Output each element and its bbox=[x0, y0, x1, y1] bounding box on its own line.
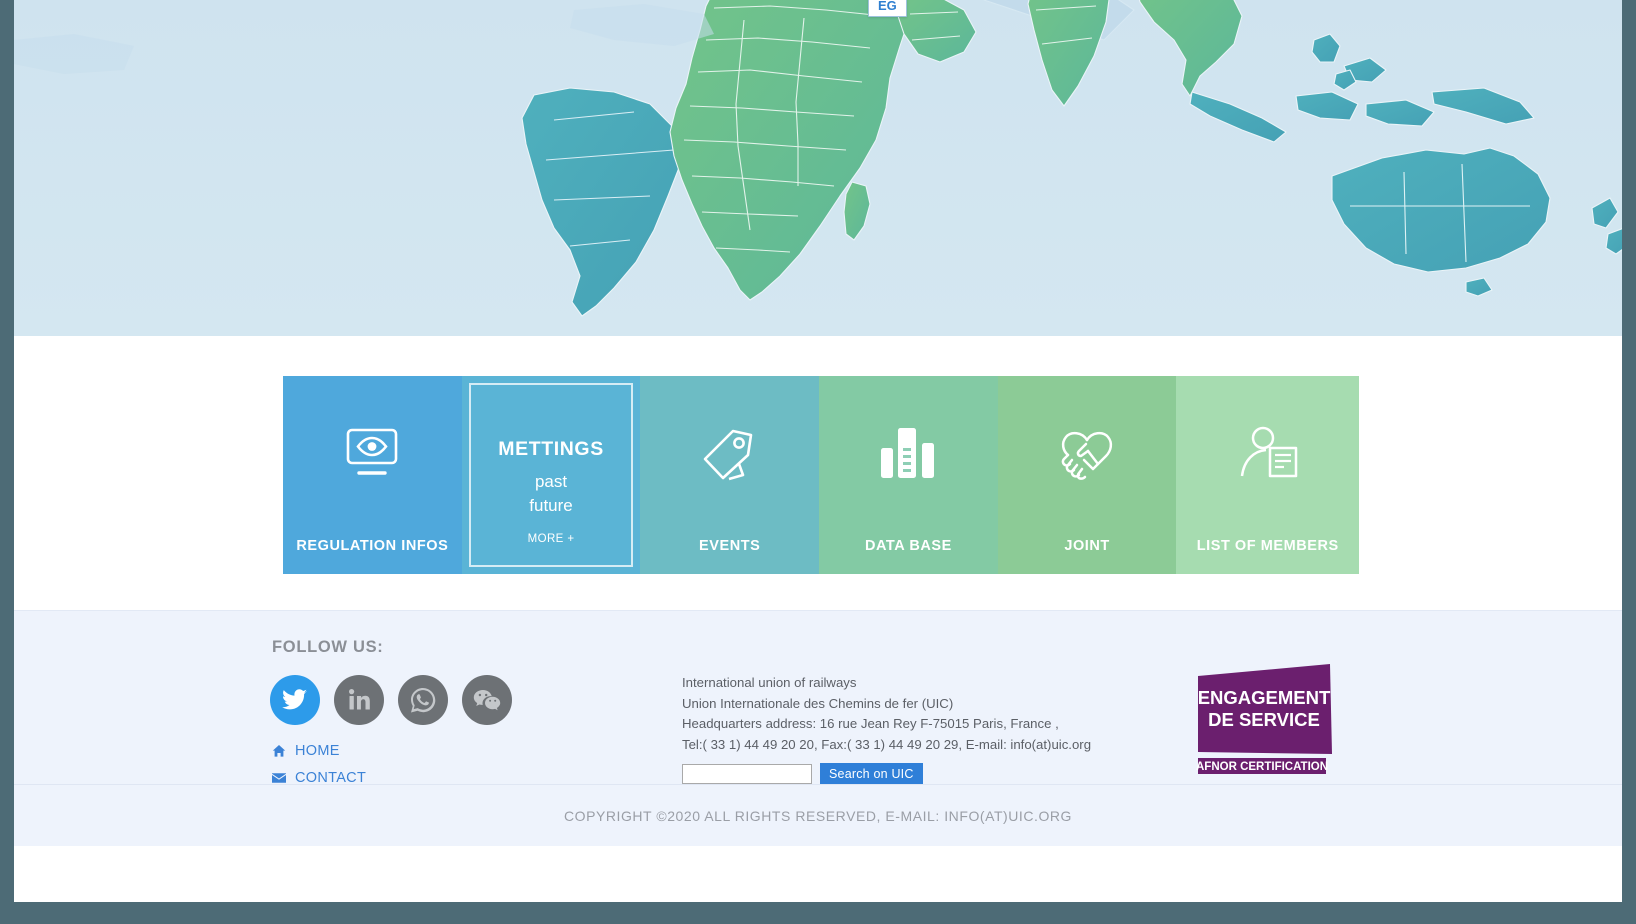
tile-mettings[interactable]: METTINGS past future MORE + bbox=[461, 376, 641, 574]
tile-list-of-members[interactable]: LIST OF MEMBERS bbox=[1176, 376, 1360, 574]
tiles-row: REGULATION INFOS METTINGS past future MO… bbox=[277, 376, 1360, 574]
social-wechat[interactable] bbox=[462, 675, 512, 725]
address-line: Tel:( 33 1) 44 49 20 20, Fax:( 33 1) 44 … bbox=[682, 736, 1092, 752]
afnor-line1: ENGAGEMENT bbox=[1198, 687, 1331, 708]
linkedin-icon bbox=[349, 689, 370, 710]
mettings-title: METTINGS bbox=[498, 438, 604, 460]
member-card-icon bbox=[1176, 426, 1359, 482]
follow-us-label: FOLLOW US: bbox=[272, 638, 384, 656]
tile-label: REGULATION INFOS bbox=[296, 538, 449, 554]
tile-events[interactable]: EVENTS bbox=[640, 376, 820, 574]
bar-chart-icon bbox=[819, 426, 998, 482]
world-map-svg bbox=[14, 0, 1622, 336]
wechat-icon bbox=[473, 690, 501, 711]
tile-data-base[interactable]: DATA BASE bbox=[819, 376, 998, 574]
tiles-band: REGULATION INFOS METTINGS past future MO… bbox=[14, 336, 1622, 610]
copyright-text: COPYRIGHT ©2020 ALL RIGHTS RESERVED, E-M… bbox=[563, 807, 1072, 824]
afnor-line3: AFNOR CERTIFICATION bbox=[1196, 761, 1328, 773]
social-linkedin[interactable] bbox=[334, 675, 384, 725]
tile-label: DATA BASE bbox=[864, 538, 952, 554]
handshake-icon bbox=[998, 426, 1177, 482]
tag-icon bbox=[640, 426, 819, 484]
search-button[interactable]: Search on UIC bbox=[820, 763, 923, 784]
footer-link-label: HOME bbox=[295, 743, 340, 759]
mettings-past[interactable]: past bbox=[535, 471, 567, 493]
search-row: Search on UIC bbox=[682, 763, 923, 784]
footer: FOLLOW US: HOME CONTACT International un… bbox=[14, 610, 1622, 846]
mettings-future[interactable]: future bbox=[529, 495, 572, 517]
search-input[interactable] bbox=[682, 763, 812, 784]
tile-label: EVENTS bbox=[699, 538, 761, 554]
afnor-badge-svg: ENGAGEMENT DE SERVICE AFNOR CERTIFICATIO… bbox=[1196, 664, 1332, 774]
afnor-line2: DE SERVICE bbox=[1208, 709, 1320, 730]
home-icon bbox=[272, 745, 286, 757]
eye-monitor-icon bbox=[283, 426, 462, 482]
afnor-certification-badge[interactable]: ENGAGEMENT DE SERVICE AFNOR CERTIFICATIO… bbox=[1196, 662, 1336, 774]
organisation-address: International union of railways Union In… bbox=[682, 673, 1091, 755]
social-twitter[interactable] bbox=[270, 675, 320, 725]
social-whatsapp[interactable] bbox=[398, 675, 448, 725]
address-line: International union of railways bbox=[682, 675, 857, 690]
address-line: Union Internationale des Chemins de fer … bbox=[682, 695, 954, 711]
twitter-icon bbox=[282, 689, 307, 710]
footer-link-home[interactable]: HOME bbox=[272, 743, 387, 759]
tile-label: LIST OF MEMBERS bbox=[1196, 538, 1339, 554]
map-tooltip-eg[interactable]: EG bbox=[868, 0, 907, 17]
whatsapp-icon bbox=[411, 688, 436, 713]
page-frame: EG REGULATION INFOS METTINGS past future… bbox=[14, 0, 1622, 902]
tile-joint[interactable]: JOINT bbox=[997, 376, 1177, 574]
social-links bbox=[270, 675, 512, 725]
tile-label: JOINT bbox=[1064, 538, 1110, 554]
envelope-icon bbox=[272, 773, 286, 783]
world-map[interactable]: EG bbox=[14, 0, 1622, 336]
mettings-more-link[interactable]: MORE + bbox=[528, 533, 575, 545]
copyright-bar: COPYRIGHT ©2020 ALL RIGHTS RESERVED, E-M… bbox=[14, 784, 1622, 846]
address-line: Headquarters address: 16 rue Jean Rey F-… bbox=[682, 716, 1059, 732]
tile-regulation-infos[interactable]: REGULATION INFOS bbox=[283, 376, 462, 574]
tile-mettings-inner: METTINGS past future MORE + bbox=[468, 383, 634, 567]
